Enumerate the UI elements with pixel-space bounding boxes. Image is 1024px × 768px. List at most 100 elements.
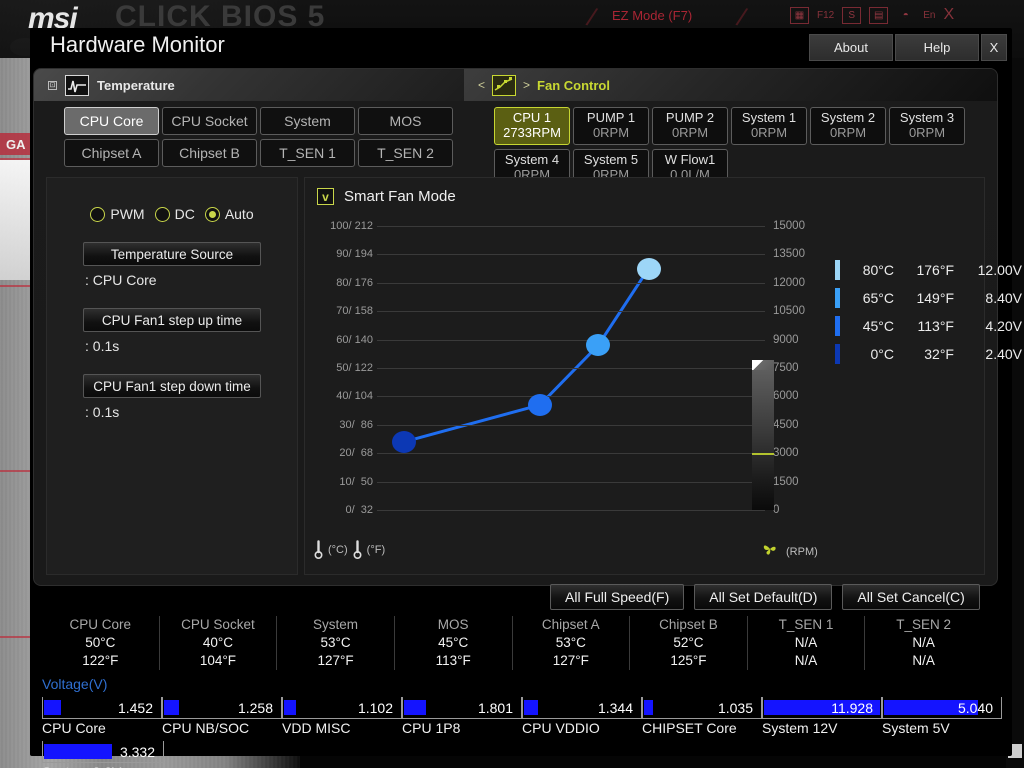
temperature-cell: T_SEN 1 N/A N/A [748, 615, 866, 671]
radio-pwm[interactable]: PWM [90, 206, 145, 222]
gridline [377, 396, 765, 398]
temperature-header-label: Temperature [97, 77, 175, 93]
tab-system[interactable]: System [260, 107, 355, 135]
page-title: Hardware Monitor [50, 32, 225, 57]
legend-swatch [835, 288, 840, 308]
gridline [377, 254, 765, 256]
sensor-fahrenheit: 122°F [82, 653, 119, 669]
bios-top-icons: ▦ F12 S ▤ ◓ En X [790, 6, 954, 24]
curve-legend: 80°C 176°F 12.00V 65°C 149°F 8.40V 45°C 113°F 4.… [835, 256, 1024, 368]
screenshot-key-label: F12 [817, 9, 835, 21]
temperature-source-button[interactable]: Temperature Source [83, 242, 261, 266]
tab-mos[interactable]: MOS [358, 107, 453, 135]
sensor-celsius: N/A [794, 634, 818, 650]
voltage-item: 5.040 System 5V [882, 695, 1002, 739]
radio-auto[interactable]: Auto [204, 206, 254, 222]
fan-button-cpu-1[interactable]: CPU 1 2733RPM [494, 107, 570, 145]
rpm-tick-label: 10500 [773, 305, 805, 318]
collapse-icon[interactable]: ⊡ [48, 80, 57, 90]
tab-cpu-core[interactable]: CPU Core [64, 107, 159, 135]
temperature-tick-label: 90/ 194 [336, 248, 373, 261]
all-full-speed-button[interactable]: All Full Speed(F) [550, 584, 685, 610]
legend-celsius: 65°C [862, 290, 894, 306]
gridline [377, 339, 765, 341]
rpm-tick-label: 12000 [773, 276, 805, 289]
about-button[interactable]: About [809, 34, 893, 61]
language-icon[interactable]: ◓ [896, 7, 915, 24]
tab-t-sen-1[interactable]: T_SEN 1 [260, 139, 355, 167]
chart-plot-area[interactable] [377, 214, 765, 524]
sensor-name: Chipset A [541, 616, 600, 632]
curve-point-1[interactable] [392, 430, 417, 453]
voltage-gauge-fill [164, 700, 180, 715]
screenshot-icon[interactable]: ▦ [790, 6, 809, 24]
temperature-units: (°C) (°F) [313, 540, 385, 560]
sensor-fahrenheit: 127°F [552, 653, 589, 669]
fan-name: PUMP 1 [586, 110, 636, 126]
fan-section-header: < > Fan Control [464, 69, 997, 101]
voltage-gauge: 1.035 [642, 697, 762, 719]
voltage-value: 1.801 [477, 700, 513, 716]
temperature-tick-label: 70/ 158 [336, 305, 373, 318]
temperature-tick-label: 30/ 86 [339, 418, 373, 431]
voltage-gauge-fill [644, 700, 654, 715]
voltage-name: CHIPSET Core [642, 720, 737, 736]
background-rule-4 [0, 636, 32, 638]
temperature-cell: Chipset B 52°C 125°F [630, 615, 748, 671]
all-set-default-button[interactable]: All Set Default(D) [694, 584, 833, 610]
fan-button-pump-2[interactable]: PUMP 2 0RPM [652, 107, 728, 145]
fan-button-system-1[interactable]: System 1 0RPM [731, 107, 807, 145]
temperature-tick-label: 10/ 50 [339, 475, 373, 488]
voltage-value: 3.332 [119, 744, 155, 760]
smart-fan-mode-checkbox[interactable]: v [317, 188, 334, 205]
step-up-time-button[interactable]: CPU Fan1 step up time [83, 308, 261, 332]
fan-button-system-3[interactable]: System 3 0RPM [889, 107, 965, 145]
close-button[interactable]: X [981, 34, 1007, 61]
voltage-gauge: 1.258 [162, 697, 282, 719]
temperature-tick-label: 80/ 176 [336, 276, 373, 289]
voltage-gauge-fill [404, 700, 427, 715]
voltage-gauge: 1.102 [282, 697, 402, 719]
fan-button-system-2[interactable]: System 2 0RPM [810, 107, 886, 145]
fan-button-pump-1[interactable]: PUMP 1 0RPM [573, 107, 649, 145]
temperature-tabs-row-1: CPU Core CPU Socket System MOS [64, 107, 464, 135]
gridline [377, 481, 765, 483]
chart-axis-footer: (°C) (°F) (RPM) [305, 540, 984, 566]
gridline [377, 453, 765, 455]
legend-fahrenheit: 149°F [916, 290, 954, 306]
curve-point-3[interactable] [586, 334, 611, 357]
tab-chipset-a[interactable]: Chipset A [64, 139, 159, 167]
voltage-value: 1.102 [357, 700, 393, 716]
search-icon[interactable]: S [842, 6, 862, 24]
rpm-unit-label: (RPM) [786, 545, 818, 558]
tab-t-sen-2[interactable]: T_SEN 2 [358, 139, 453, 167]
gridline [377, 226, 765, 227]
all-set-cancel-button[interactable]: All Set Cancel(C) [842, 584, 980, 610]
help-button[interactable]: Help [895, 34, 979, 61]
rpm-tick-label: 7500 [773, 362, 799, 374]
chevron-right-icon[interactable]: > [523, 78, 530, 92]
tab-cpu-socket[interactable]: CPU Socket [162, 107, 257, 135]
monitor-icon[interactable]: ▤ [869, 6, 889, 24]
curve-point-4[interactable] [636, 257, 661, 280]
smart-fan-mode-row: v Smart Fan Mode [305, 178, 984, 205]
tab-chipset-b[interactable]: Chipset B [162, 139, 257, 167]
temperature-tick-label: 50/ 122 [336, 362, 373, 374]
sensor-fahrenheit: 125°F [670, 653, 707, 669]
radio-dc[interactable]: DC [154, 206, 195, 222]
monitor-card: ⊡ Temperature < > Fan Control CPU Core C… [33, 68, 1022, 586]
step-down-time-button[interactable]: CPU Fan1 step down time [83, 374, 261, 398]
ez-mode-label[interactable]: EZ Mode (F7) [612, 8, 692, 23]
voltage-name: System 3.3V [42, 764, 164, 768]
sensor-celsius: N/A [912, 634, 935, 650]
radio-dc-label: DC [174, 206, 195, 222]
radio-pwm-label: PWM [110, 206, 145, 222]
hardware-monitor-dialog: Hardware Monitor About Help X ⊡ Temperat… [30, 28, 1022, 768]
voltage-gauge-fill [44, 744, 113, 759]
step-up-time-value: : 0.1s [85, 338, 120, 354]
temperature-cell: CPU Socket 40°C 104°F [160, 615, 278, 671]
thermometer-fahrenheit-icon [352, 540, 363, 560]
close-bios-icon[interactable]: X [943, 6, 954, 24]
chevron-left-icon[interactable]: < [478, 78, 485, 92]
curve-point-2[interactable] [527, 393, 552, 416]
